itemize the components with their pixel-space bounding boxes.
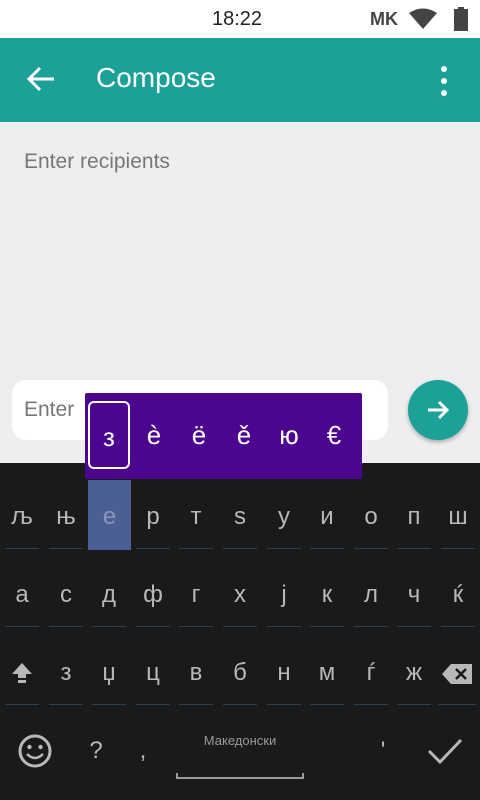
key[interactable]: з — [45, 641, 87, 705]
key[interactable]: л — [350, 563, 392, 627]
key[interactable]: ш — [437, 485, 479, 549]
key[interactable]: њ — [45, 485, 87, 549]
space-bar-language[interactable]: Македонски — [180, 733, 300, 748]
key[interactable]: и — [306, 485, 348, 549]
key[interactable]: ј — [263, 563, 305, 627]
pressed-key-label: е — [102, 503, 117, 530]
key[interactable]: т — [175, 485, 217, 549]
app-bar: Compose — [0, 38, 480, 122]
comma-key[interactable]: , — [122, 719, 164, 783]
key[interactable]: п — [393, 485, 435, 549]
send-arrow-icon — [428, 400, 450, 420]
key[interactable]: н — [263, 641, 305, 705]
key[interactable]: ѓ — [350, 641, 392, 705]
back-arrow-icon[interactable] — [26, 64, 56, 94]
key[interactable]: ф — [132, 563, 174, 627]
popup-key[interactable]: ě — [223, 401, 265, 469]
key[interactable]: м — [306, 641, 348, 705]
enter-key[interactable] — [420, 719, 470, 783]
emoji-key[interactable] — [14, 719, 56, 783]
status-bar: 18:22 MK — [0, 0, 480, 38]
key[interactable]: б — [219, 641, 261, 705]
key[interactable]: х — [219, 563, 261, 627]
key[interactable]: љ — [1, 485, 43, 549]
popup-key-selected[interactable]: з — [88, 401, 130, 469]
popup-key[interactable]: ё — [178, 401, 220, 469]
status-time: 18:22 — [212, 8, 263, 30]
shift-icon — [12, 663, 32, 683]
question-key[interactable]: ? — [75, 719, 117, 783]
backspace-icon — [442, 664, 472, 684]
shift-key[interactable] — [1, 641, 43, 705]
apostrophe-key[interactable]: ' — [362, 719, 404, 783]
key[interactable]: с — [45, 563, 87, 627]
key[interactable]: р — [132, 485, 174, 549]
send-button[interactable] — [408, 380, 468, 440]
checkmark-icon — [427, 738, 463, 765]
key[interactable]: ч — [393, 563, 435, 627]
key[interactable]: о — [350, 485, 392, 549]
message-placeholder: Enter — [24, 398, 75, 421]
key[interactable]: ќ — [437, 563, 479, 627]
recipients-input[interactable]: Enter recipients — [24, 150, 170, 174]
key[interactable]: s — [219, 485, 261, 549]
space-bar[interactable] — [176, 773, 304, 779]
key[interactable]: д — [88, 563, 130, 627]
key[interactable]: в — [175, 641, 217, 705]
popup-key[interactable]: € — [313, 401, 355, 469]
popup-key[interactable]: è — [133, 401, 175, 469]
battery-icon — [454, 7, 468, 31]
more-vert-icon[interactable] — [432, 64, 456, 98]
key[interactable]: у — [263, 485, 305, 549]
emoji-icon — [18, 734, 52, 768]
alternate-characters-popup: з è ё ě ю € — [85, 393, 362, 479]
key[interactable]: г — [175, 563, 217, 627]
status-carrier: MK — [370, 9, 398, 29]
page-title: Compose — [96, 62, 216, 93]
wifi-icon — [409, 8, 437, 29]
key[interactable]: а — [1, 563, 43, 627]
key[interactable]: џ — [88, 641, 130, 705]
backspace-key[interactable] — [434, 641, 480, 705]
popup-key[interactable]: ю — [268, 401, 310, 469]
key[interactable]: к — [306, 563, 348, 627]
keyboard: љ њ е р т s у и о п ш а с д ф г х ј к л … — [0, 463, 480, 800]
key[interactable]: ц — [132, 641, 174, 705]
key[interactable]: ж — [393, 641, 435, 705]
